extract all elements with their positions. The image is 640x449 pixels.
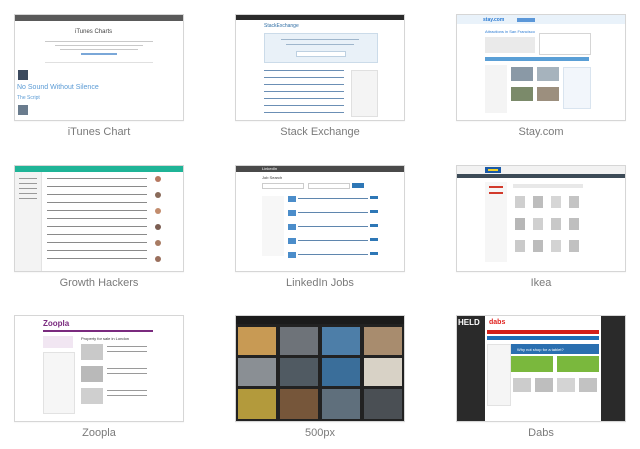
thumbnail-stackexchange[interactable]: StackExchange — [235, 14, 405, 121]
caption-stay: Stay.com — [518, 126, 564, 138]
caption-500px: 500px — [305, 427, 335, 439]
thumbnail-growthhackers[interactable] — [14, 165, 184, 272]
caption-itunes: iTunes Chart — [67, 126, 131, 138]
caption-zoopla: Zoopla — [82, 427, 116, 439]
thumbnail-dabs[interactable]: HELD dabs Why not shop for a tablet? — [456, 315, 626, 422]
thumbnail-linkedin[interactable]: LinkedIn Job Search — [235, 165, 405, 272]
zoopla-thumb-heading: Property for sale in London — [81, 336, 130, 341]
itunes-thumb-sub: The Script — [17, 95, 40, 101]
itunes-thumb-headline: No Sound Without Silence — [17, 84, 99, 91]
thumbnail-zoopla[interactable]: Zoopla Property for sale in London — [14, 315, 184, 422]
zoopla-thumb-logo: Zoopla — [43, 319, 70, 328]
caption-stackexchange: Stack Exchange — [280, 126, 360, 138]
linkedin-thumb-heading: Job Search — [262, 175, 283, 180]
stay-thumb-logo: stay.com — [483, 17, 505, 23]
thumbnail-500px[interactable] — [235, 315, 405, 422]
caption-dabs: Dabs — [528, 427, 554, 439]
dabs-thumb-promo: HELD — [458, 318, 480, 327]
thumbnail-itunes[interactable]: iTunes Charts No Sound Without Silence T… — [14, 14, 184, 121]
dabs-thumb-banner: Why not shop for a tablet? — [517, 347, 564, 352]
stay-thumb-heading: Attractions in San Francisco — [485, 29, 535, 34]
dabs-thumb-logo: dabs — [489, 319, 506, 326]
caption-linkedin: LinkedIn Jobs — [286, 277, 354, 289]
thumbnail-stay[interactable]: stay.com Attractions in San Francisco — [456, 14, 626, 121]
caption-growthhackers: Growth Hackers — [59, 277, 139, 289]
stackexchange-thumb-logo: StackExchange — [264, 23, 299, 29]
itunes-thumb-title: iTunes Charts — [75, 29, 113, 35]
linkedin-thumb-logo: LinkedIn — [262, 166, 278, 171]
caption-ikea: Ikea — [530, 277, 552, 289]
thumbnail-ikea[interactable] — [456, 165, 626, 272]
